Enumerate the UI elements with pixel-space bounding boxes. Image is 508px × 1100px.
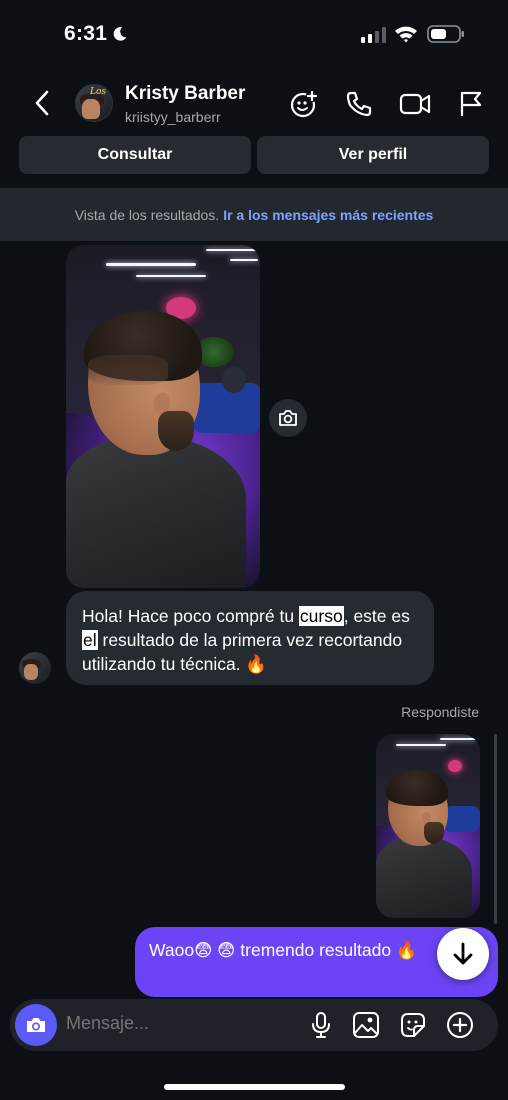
video-icon [399,93,431,115]
wifi-icon [395,26,417,43]
message-composer [10,999,498,1051]
latest-messages-link[interactable]: Ir a los mensajes más recientes [223,207,433,223]
more-options-button[interactable] [444,1009,476,1041]
gallery-icon [353,1012,379,1038]
call-button[interactable] [343,88,375,120]
highlighted-word: el [82,630,98,650]
video-call-button[interactable] [399,88,431,120]
message-input[interactable] [66,1013,286,1034]
camera-icon [279,410,297,426]
voice-message-button[interactable] [305,1009,337,1041]
gallery-button[interactable] [350,1009,382,1041]
contact-avatar[interactable]: Los [75,84,113,122]
results-banner: Vista de los resultados. Ir a los mensaj… [0,188,508,241]
back-button[interactable] [28,88,56,118]
contact-name[interactable]: Kristy Barber [125,83,245,105]
arrow-down-icon [453,942,473,965]
sticker-button[interactable] [397,1009,429,1041]
back-icon [35,90,49,116]
moon-icon [113,27,127,41]
received-photo[interactable] [66,245,260,588]
face-add-icon [290,90,318,118]
save-photo-button[interactable] [269,399,307,437]
camera-icon [27,1018,45,1032]
add-icon [447,1012,473,1038]
scroll-to-bottom-button[interactable] [437,928,489,980]
received-message[interactable]: Hola! Hace poco compré tu curso, este es… [66,591,434,685]
replied-photo[interactable] [376,734,480,918]
highlighted-word: curso [298,606,344,626]
status-time: 6:31 [64,22,108,45]
conversation-header: Los Kristy Barber kriistyy_barberr [0,76,508,130]
status-bar: 6:31 [0,0,508,66]
sticker-icon [401,1013,425,1037]
face-add-button[interactable] [288,88,320,120]
flag-icon [460,91,482,116]
battery-icon [427,25,464,43]
phone-icon [346,91,372,117]
home-indicator[interactable] [164,1084,345,1090]
sender-avatar[interactable] [19,652,51,684]
replied-label: Respondiste [401,704,479,720]
consult-button[interactable]: Consultar [19,136,251,174]
scrollbar[interactable] [494,734,497,924]
banner-text: Vista de los resultados. [74,206,220,223]
report-button[interactable] [455,88,487,120]
contact-username[interactable]: kriistyy_barberr [125,109,221,125]
view-profile-button[interactable]: Ver perfil [257,136,489,174]
composer-camera-button[interactable] [15,1004,57,1046]
microphone-icon [312,1012,330,1038]
signal-icon [361,27,386,43]
